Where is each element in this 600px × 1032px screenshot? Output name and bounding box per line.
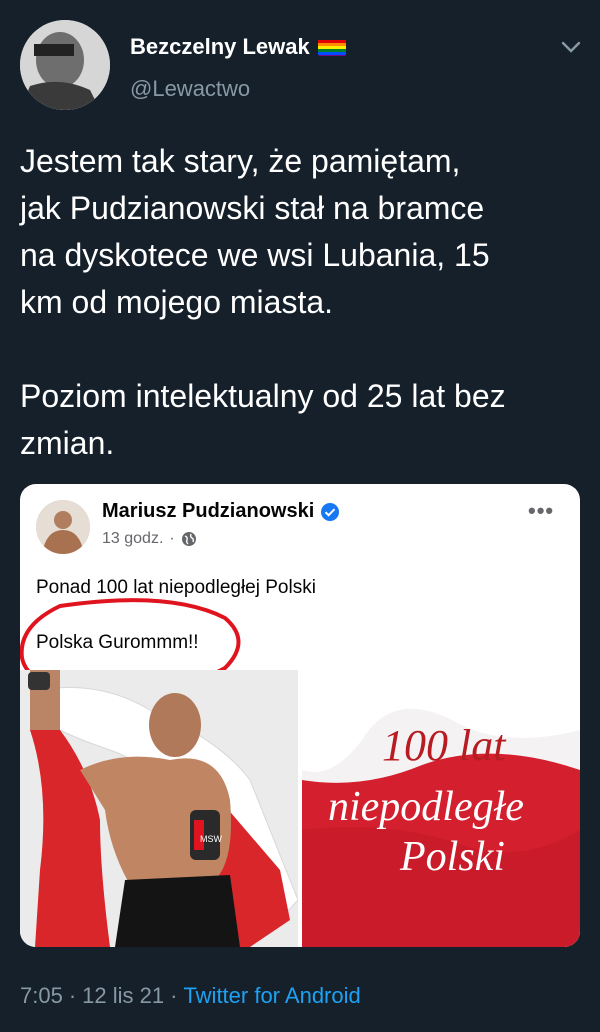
fb-author-name: Mariusz Pudzianowski (102, 500, 315, 522)
globe-icon (181, 531, 197, 547)
fb-post-time: 13 godz. (102, 530, 164, 547)
tweet-footer: 7:05 · 12 lis 21 · Twitter for Android (20, 983, 361, 1009)
right-image-line3: Polski (399, 834, 505, 880)
verified-badge-icon (320, 502, 340, 522)
meta-separator: · (169, 530, 175, 547)
more-options-icon[interactable]: ••• (528, 498, 554, 524)
shorts-label: MSW (200, 834, 223, 844)
chevron-down-icon[interactable] (558, 34, 584, 60)
fb-photo-right[interactable]: 100 lat niepodległe Polski (302, 670, 580, 947)
embedded-facebook-post[interactable]: Mariusz Pudzianowski 13 godz. · ••• Pona… (20, 484, 580, 947)
fb-author-name-row: Mariusz Pudzianowski (102, 500, 340, 523)
tweet-date[interactable]: 12 lis 21 (82, 983, 164, 1009)
author-avatar[interactable] (20, 20, 110, 110)
fb-author-avatar (36, 500, 90, 554)
fb-photo-left[interactable]: MSW (20, 670, 298, 947)
tweet-source-link[interactable]: Twitter for Android (183, 983, 360, 1009)
author-display-name-row[interactable]: Bezczelny Lewak (130, 34, 346, 60)
fb-post-text-line2: Polska Gurommm!! (36, 632, 199, 653)
right-image-line2: niepodległe (328, 784, 524, 830)
author-handle[interactable]: @Lewactwo (130, 76, 250, 102)
footer-separator: · (68, 983, 77, 1008)
rainbow-flag-icon (317, 38, 346, 56)
tweet-time[interactable]: 7:05 (20, 983, 63, 1009)
footer-separator: · (170, 983, 178, 1008)
tweet-text: Jestem tak stary, że pamiętam, jak Pudzi… (20, 143, 506, 461)
right-image-line1: 100 lat (382, 721, 507, 770)
fb-post-text-line1: Ponad 100 lat niepodległej Polski (36, 577, 316, 598)
tweet-header: Bezczelny Lewak @Lewactwo (0, 0, 600, 120)
author-display-name[interactable]: Bezczelny Lewak (130, 34, 310, 60)
fb-post-meta: 13 godz. · (102, 530, 197, 548)
